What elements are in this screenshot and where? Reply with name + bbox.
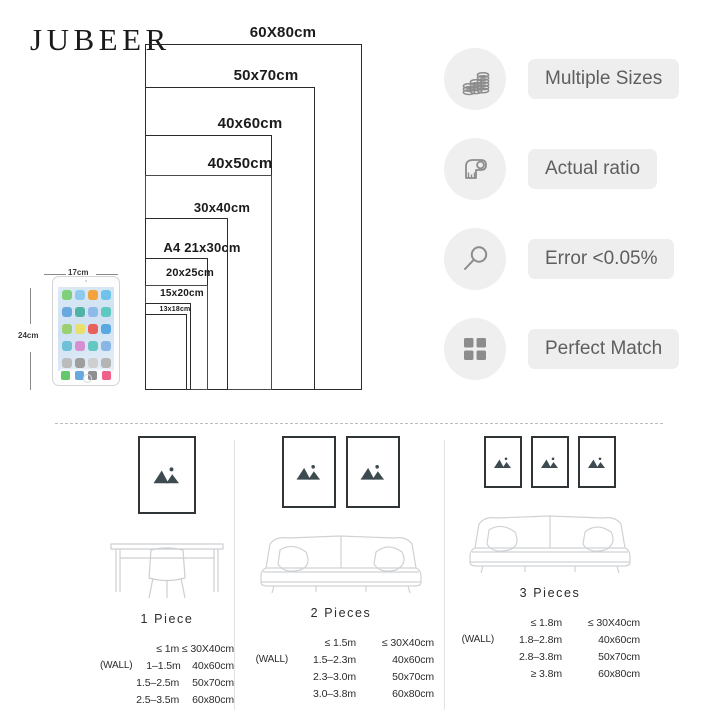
recommended-size-value: 40x60cm	[192, 659, 234, 672]
frame-group	[100, 436, 234, 514]
picture-frame	[138, 436, 196, 514]
distance-value: ≥ 3.8m	[530, 667, 563, 680]
recommended-size-value: 50x70cm	[392, 670, 434, 683]
table-row: (WALL) 1–1.5m 40x60cm	[100, 657, 234, 674]
recommended-size-value: 50x70cm	[192, 676, 234, 689]
distance-value: ≤ 1m	[156, 642, 180, 655]
table-row: 1.5–2.5m 50x70cm	[100, 674, 234, 691]
distance-value: 1.5–2.3m	[313, 653, 356, 666]
wall-label: (WALL)	[100, 660, 133, 671]
recommended-size-value: 50x70cm	[598, 650, 640, 663]
distance-value: 1.8–2.8m	[519, 633, 562, 646]
distance-value: 2.5–3.5m	[136, 693, 180, 706]
furniture-sofa	[452, 502, 648, 576]
picture-frame	[346, 436, 400, 508]
distance-value: 3.0–3.8m	[313, 687, 356, 700]
table-row: 3.0–3.8m 60x80cm	[246, 685, 436, 702]
room-scene-1: 1 Piece ≤ 1m ≤ 30X40cm (WALL) 1–1.5m 40x60cm 1…	[100, 436, 234, 706]
frame-group	[246, 436, 436, 508]
distance-value: ≤ 1.5m	[324, 636, 357, 649]
distance-value: ≤ 1.8m	[530, 616, 563, 629]
furniture-desk-and-chair	[100, 528, 234, 600]
room-caption: 2 Pieces	[310, 606, 372, 620]
distance-value: 2.3–3.0m	[313, 670, 356, 683]
room-caption: 3 Pieces	[519, 586, 581, 600]
room-scene-3: 3 Pieces ≤ 1.8m ≤ 30X40cm (WALL) 1.8–2.8m 40x…	[452, 436, 648, 706]
table-row: ≤ 1.8m ≤ 30X40cm	[452, 614, 648, 631]
wall-label: (WALL)	[461, 634, 495, 645]
distance-size-table: ≤ 1m ≤ 30X40cm (WALL) 1–1.5m 40x60cm 1.5–2.5m…	[100, 640, 234, 708]
infographic-root: JUBEER 60X80cm 50x70cm 40x60cm 40x50cm 30x40…	[0, 0, 720, 720]
distance-value: 2.8–3.8m	[519, 650, 562, 663]
table-row: 2.3–3.0m 50x70cm	[246, 668, 436, 685]
frame-group	[452, 436, 648, 488]
distance-size-table: ≤ 1.8m ≤ 30X40cm (WALL) 1.8–2.8m 40x60cm 2.8–…	[452, 614, 648, 682]
room-caption: 1 Piece	[140, 612, 194, 626]
recommended-size-value: ≤ 30X40cm	[381, 636, 434, 649]
distance-value: 1–1.5m	[146, 659, 181, 672]
wall-label: (WALL)	[255, 654, 289, 665]
table-row: 2.5–3.5m 60x80cm	[100, 691, 234, 708]
table-row: (WALL) 1.5–2.3m 40x60cm	[246, 651, 436, 668]
picture-frame	[484, 436, 522, 488]
distance-value: 1.5–2.5m	[136, 676, 180, 689]
recommended-size-value: 60x80cm	[192, 693, 234, 706]
recommended-size-value: 40x60cm	[392, 653, 434, 666]
recommended-size-value: ≤ 30X40cm	[587, 616, 640, 629]
table-row: (WALL) 1.8–2.8m 40x60cm	[452, 631, 648, 648]
picture-frame	[531, 436, 569, 488]
recommended-size-value: 60x80cm	[598, 667, 640, 680]
table-row: 2.8–3.8m 50x70cm	[452, 648, 648, 665]
picture-frame	[578, 436, 616, 488]
furniture-sofa	[246, 522, 436, 596]
room-scene-list: 1 Piece ≤ 1m ≤ 30X40cm (WALL) 1–1.5m 40x60cm 1…	[0, 0, 720, 720]
room-scene-2: 2 Pieces ≤ 1.5m ≤ 30X40cm (WALL) 1.5–2.3m 40x…	[246, 436, 436, 706]
recommended-size-value: 40x60cm	[598, 633, 640, 646]
distance-size-table: ≤ 1.5m ≤ 30X40cm (WALL) 1.5–2.3m 40x60cm 2.3–…	[246, 634, 436, 702]
table-row: ≤ 1m ≤ 30X40cm	[100, 640, 234, 657]
recommended-size-value: ≤ 30X40cm	[181, 642, 234, 655]
table-row: ≥ 3.8m 60x80cm	[452, 665, 648, 682]
recommended-size-value: 60x80cm	[392, 687, 434, 700]
table-row: ≤ 1.5m ≤ 30X40cm	[246, 634, 436, 651]
picture-frame	[282, 436, 336, 508]
